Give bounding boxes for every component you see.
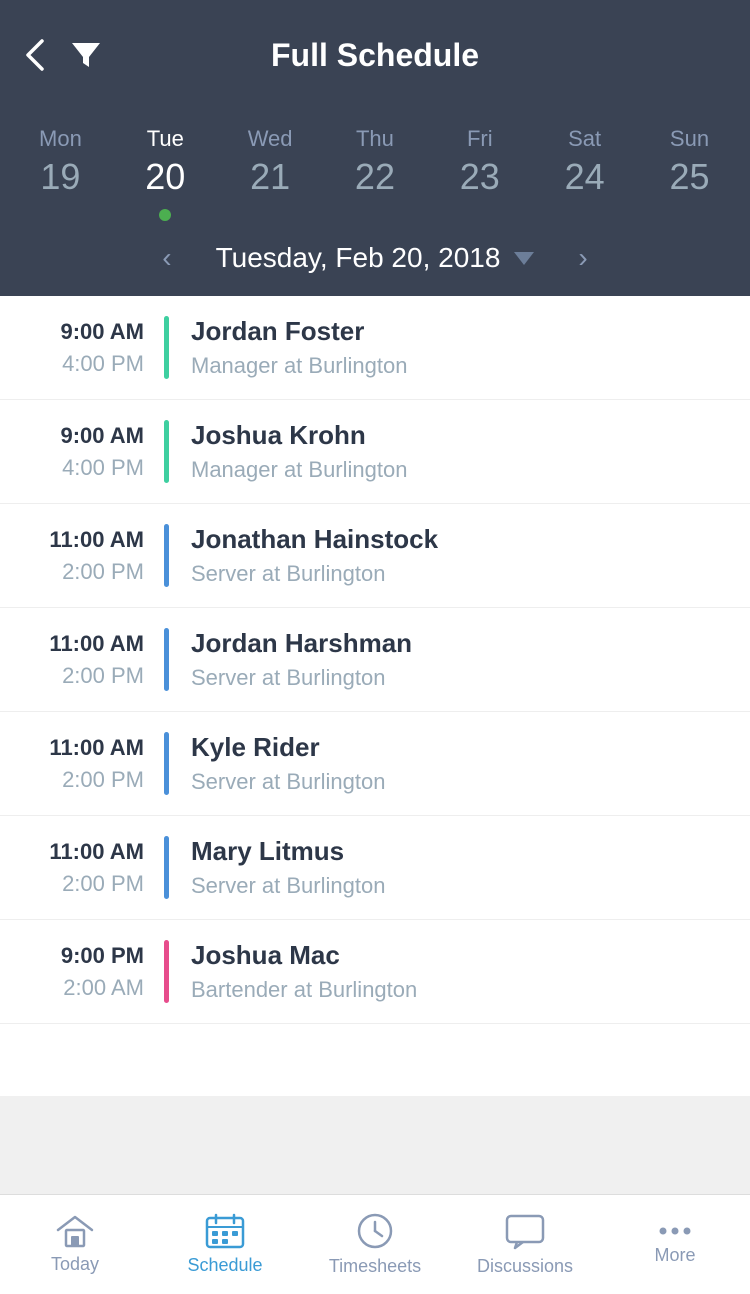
day-wed[interactable]: Wed 21 (225, 126, 315, 198)
nav-discussions[interactable]: Discussions (450, 1212, 600, 1277)
day-fri[interactable]: Fri 23 (435, 126, 525, 198)
day-thu[interactable]: Thu 22 (330, 126, 420, 198)
shift-color-bar (164, 628, 169, 691)
day-sat[interactable]: Sat 24 (540, 126, 630, 198)
bottom-nav: Today Schedule Timesheets Discussions (0, 1194, 750, 1294)
nav-schedule-label: Schedule (187, 1255, 262, 1276)
nav-timesheets[interactable]: Timesheets (300, 1212, 450, 1277)
prev-date-button[interactable]: ‹ (142, 242, 191, 274)
clock-icon (356, 1212, 394, 1250)
day-tue[interactable]: Tue 20 (120, 126, 210, 198)
more-icon (656, 1223, 694, 1239)
days-row: Mon 19 Tue 20 Wed 21 Thu 22 Fri 23 Sat 2… (0, 126, 750, 198)
nav-timesheets-label: Timesheets (329, 1256, 421, 1277)
filter-button[interactable] (70, 39, 102, 71)
schedule-item[interactable]: 9:00 AM 4:00 PM Joshua Krohn Manager at … (0, 400, 750, 504)
schedule-item[interactable]: 11:00 AM 2:00 PM Jordan Harshman Server … (0, 608, 750, 712)
shift-color-bar (164, 316, 169, 379)
schedule-item[interactable]: 9:00 PM 2:00 AM Joshua Mac Bartender at … (0, 920, 750, 1024)
calendar-icon (205, 1213, 245, 1249)
schedule-item[interactable]: 11:00 AM 2:00 PM Kyle Rider Server at Bu… (0, 712, 750, 816)
date-nav: ‹ Tuesday, Feb 20, 2018 › (0, 224, 750, 296)
next-date-button[interactable]: › (558, 242, 607, 274)
nav-more-label: More (654, 1245, 695, 1266)
day-sun[interactable]: Sun 25 (644, 126, 734, 198)
nav-today[interactable]: Today (0, 1214, 150, 1275)
chat-icon (505, 1212, 545, 1250)
back-button[interactable] (24, 37, 46, 73)
day-mon[interactable]: Mon 19 (15, 126, 105, 198)
shift-color-bar (164, 732, 169, 795)
shift-color-bar (164, 940, 169, 1003)
active-day-dot (159, 209, 171, 221)
app-header: Full Schedule (0, 0, 750, 110)
date-dropdown-icon (514, 252, 534, 265)
shift-color-bar (164, 420, 169, 483)
schedule-item[interactable]: 11:00 AM 2:00 PM Jonathan Hainstock Serv… (0, 504, 750, 608)
home-icon (56, 1214, 94, 1248)
schedule-item[interactable]: 11:00 AM 2:00 PM Mary Litmus Server at B… (0, 816, 750, 920)
page-title: Full Schedule (271, 37, 479, 74)
nav-schedule[interactable]: Schedule (150, 1213, 300, 1276)
selected-date[interactable]: Tuesday, Feb 20, 2018 (216, 242, 535, 274)
schedule-item[interactable]: 9:00 AM 4:00 PM Jordan Foster Manager at… (0, 296, 750, 400)
nav-today-label: Today (51, 1254, 99, 1275)
nav-discussions-label: Discussions (477, 1256, 573, 1277)
schedule-list: 9:00 AM 4:00 PM Jordan Foster Manager at… (0, 296, 750, 1096)
shift-color-bar (164, 524, 169, 587)
dot-row (0, 206, 750, 224)
calendar-strip: Mon 19 Tue 20 Wed 21 Thu 22 Fri 23 Sat 2… (0, 110, 750, 296)
nav-more[interactable]: More (600, 1223, 750, 1266)
shift-color-bar (164, 836, 169, 899)
